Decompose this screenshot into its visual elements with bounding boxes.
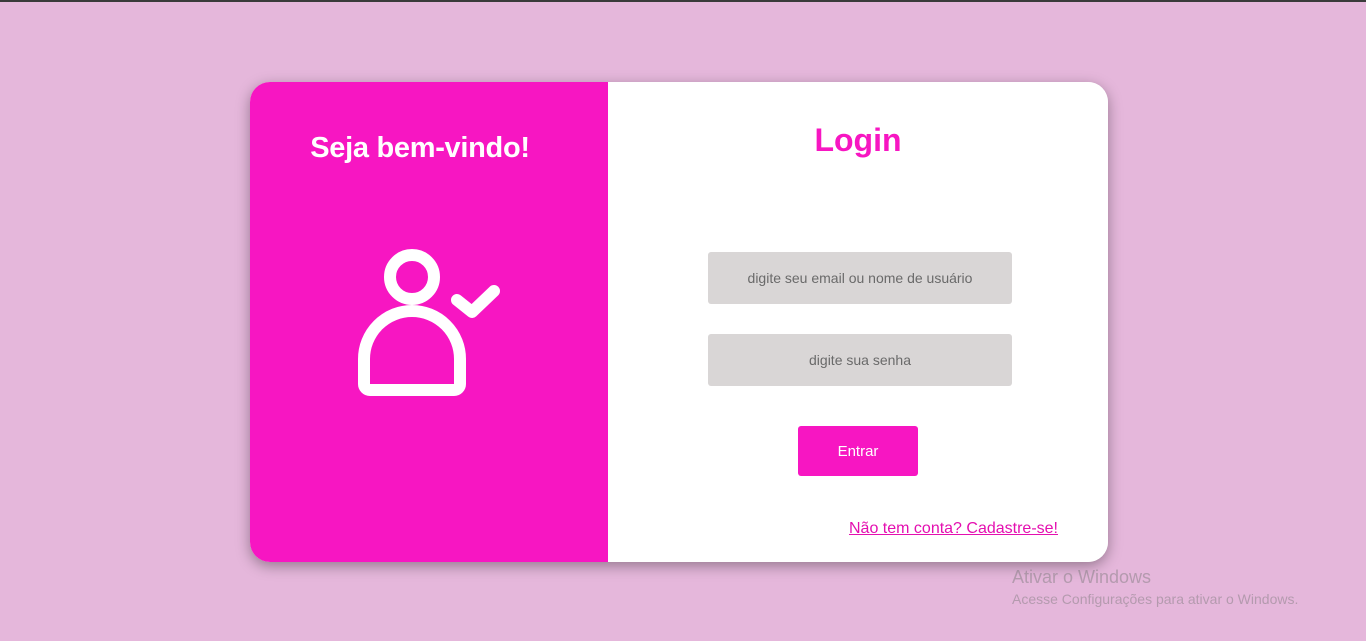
login-panel: Login Entrar Não tem conta? Cadastre-se! bbox=[608, 82, 1108, 562]
password-field[interactable] bbox=[708, 334, 1012, 386]
signup-link[interactable]: Não tem conta? Cadastre-se! bbox=[849, 520, 1058, 538]
submit-button[interactable]: Entrar bbox=[798, 426, 918, 476]
email-field[interactable] bbox=[708, 252, 1012, 304]
windows-activation-watermark: Ativar o Windows Acesse Configurações pa… bbox=[1012, 566, 1298, 608]
login-card: Seja bem-vindo! Login Entrar Não tem con… bbox=[250, 82, 1108, 562]
login-title: Login bbox=[814, 122, 902, 158]
watermark-subtitle: Acesse Configurações para ativar o Windo… bbox=[1012, 591, 1299, 607]
welcome-panel: Seja bem-vindo! bbox=[250, 82, 608, 562]
window-top-border bbox=[0, 0, 1366, 2]
welcome-title: Seja bem-vindo! bbox=[310, 132, 530, 164]
watermark-title: Ativar o Windows bbox=[1012, 567, 1152, 587]
user-check-icon bbox=[358, 249, 500, 396]
